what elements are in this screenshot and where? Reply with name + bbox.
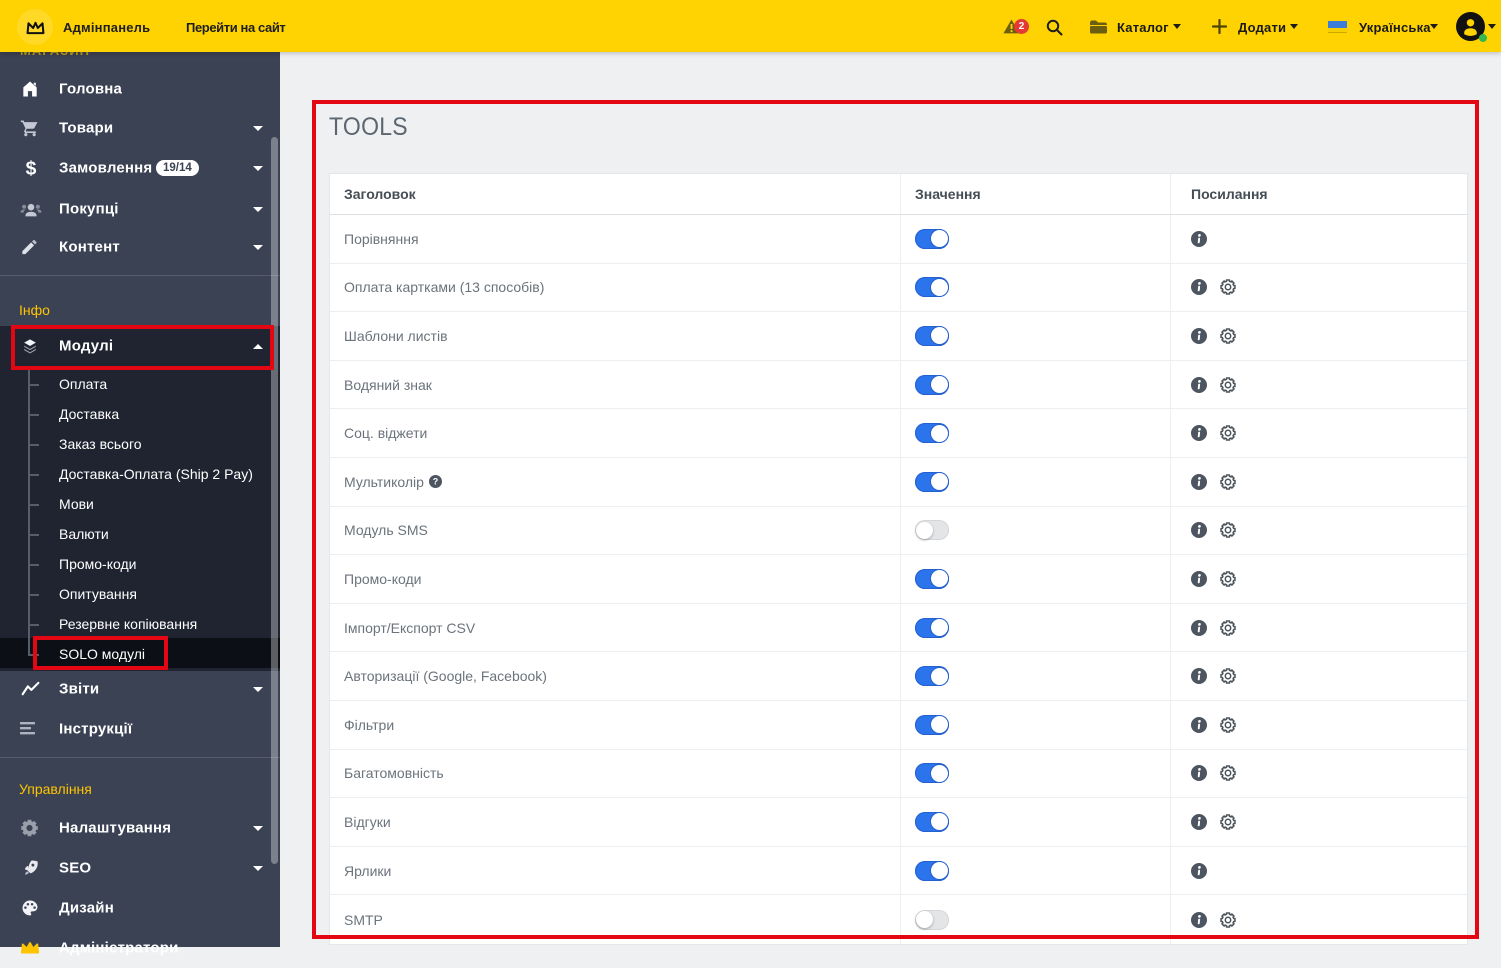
svg-text:$: $ <box>26 158 37 179</box>
